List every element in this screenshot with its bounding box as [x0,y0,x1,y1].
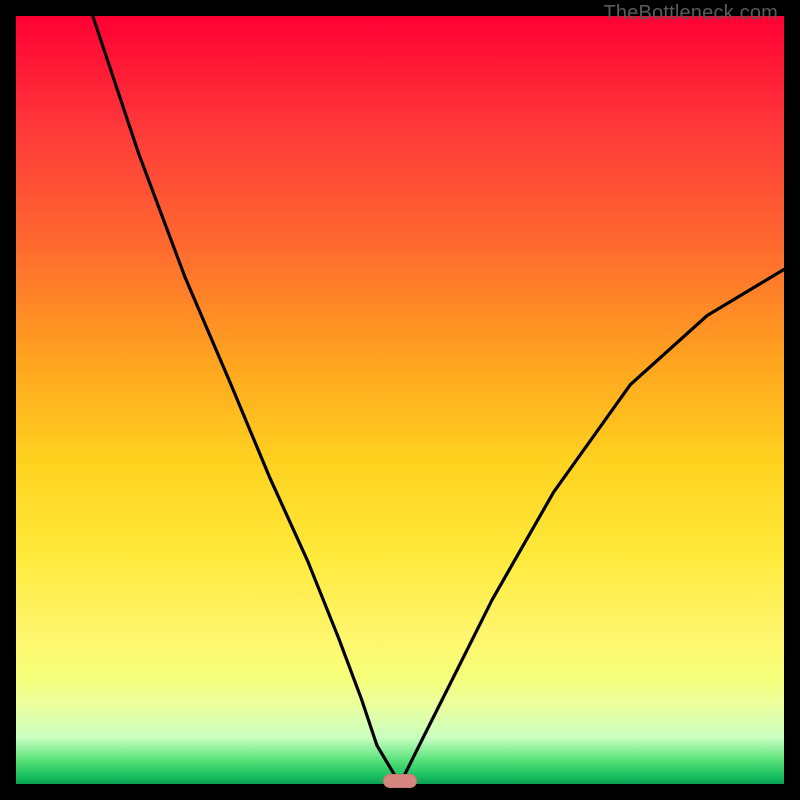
chart-stage: TheBottleneck.com [0,0,800,800]
bottleneck-curve [16,16,784,784]
watermark-text: TheBottleneck.com [603,2,778,25]
curve-minimum-marker [383,774,417,788]
plot-area [16,16,784,784]
